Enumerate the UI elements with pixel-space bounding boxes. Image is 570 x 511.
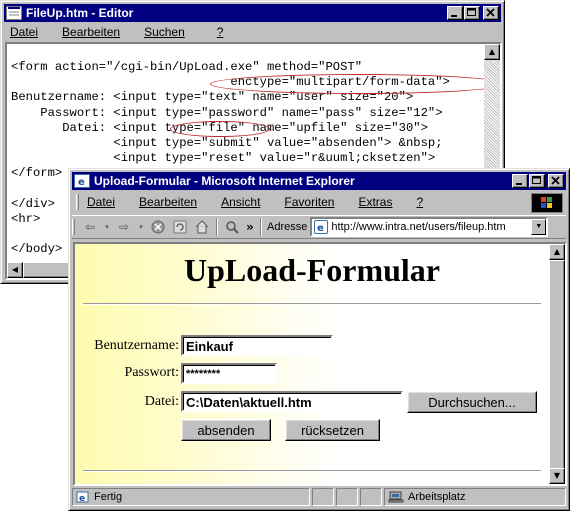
scroll-up-button[interactable]: ▲ [484,44,500,60]
menu-bearbeiten[interactable]: Bearbeiten [139,195,209,209]
address-url[interactable]: http://www.intra.net/users/fileup.htm [331,221,531,233]
ie-window: e Upload-Formular - Microsoft Internet E… [68,168,570,511]
back-dropdown-icon[interactable]: ▾ [103,218,111,236]
scroll-up-button[interactable]: ▲ [549,244,565,260]
code-line: Passwort: <input type="password" name="p… [11,105,443,120]
status-text: Fertig [94,491,123,503]
menubar-grip[interactable] [76,194,79,210]
zone-panel: Arbeitsplatz [384,488,566,506]
submit-button[interactable]: absenden [181,419,271,441]
code-line: </body> [11,242,63,257]
code-line: </form> [11,166,63,181]
refresh-icon[interactable] [171,218,189,236]
toolbar-separator [260,218,262,236]
search-icon[interactable] [223,218,241,236]
status-panel-empty [360,488,382,506]
maximize-button[interactable] [464,6,480,20]
close-button[interactable] [548,174,564,188]
ie-toolbar: ⇦ ▾ ⇨ ▾ » Adresse e http://www.intra.net… [72,215,566,239]
minimize-button[interactable] [447,6,463,20]
file-path-input[interactable]: C:\Daten\aktuell.htm [181,391,403,412]
toolbar-separator [216,218,218,236]
ie-statusbar: e Fertig Arbeitsplatz [72,487,566,507]
menu-favoriten[interactable]: Favoriten [284,195,346,209]
status-panel-empty [312,488,334,506]
menu-ansicht[interactable]: Ansicht [221,195,272,209]
browse-button[interactable]: Durchsuchen... [407,391,537,413]
editor-menubar: Datei Bearbeiten Suchen ? [4,23,501,41]
ie-titlebar[interactable]: e Upload-Formular - Microsoft Internet E… [72,172,566,190]
reset-button[interactable]: rücksetzen [285,419,380,441]
status-panel: e Fertig [72,488,310,506]
editor-title: FileUp.htm - Editor [26,6,134,20]
page-title: UpLoad-Formular [184,252,440,288]
page-icon: e [314,220,329,234]
svg-text:e: e [78,177,85,187]
stop-icon[interactable] [149,218,167,236]
scroll-thumb[interactable] [549,260,565,470]
ie-content-area: UpLoad-Formular Benutzername: Einkauf Pa… [73,242,567,486]
close-button[interactable] [483,6,499,20]
menu-extras[interactable]: Extras [358,195,404,209]
computer-icon [388,491,404,503]
file-type-highlight [170,121,270,137]
horizontal-rule [83,470,541,472]
home-icon[interactable] [193,218,211,236]
status-panel-empty [336,488,358,506]
notepad-icon [6,6,22,20]
svg-text:e: e [79,494,85,503]
menu-help[interactable]: ? [217,25,236,39]
username-label: Benutzername: [94,338,179,353]
password-label: Passwort: [124,365,179,380]
minimize-button[interactable] [512,174,528,188]
code-line: <input type="submit" value="absenden"> &… [11,136,443,151]
menu-datei[interactable]: Datei [87,195,127,209]
forward-arrow-icon[interactable]: ⇨ [115,218,133,236]
code-line: <hr> [11,212,41,227]
windows-logo-icon [531,193,563,213]
address-bar[interactable]: e http://www.intra.net/users/fileup.htm … [310,217,549,237]
address-dropdown-icon[interactable]: ▼ [531,219,547,235]
page-done-icon: e [76,491,89,503]
code-line: <form action="/cgi-bin/UpLoad.exe" metho… [11,60,363,74]
zone-text: Arbeitsplatz [408,491,466,503]
forward-dropdown-icon[interactable]: ▾ [137,218,145,236]
back-arrow-icon[interactable]: ⇦ [81,218,99,236]
username-input[interactable]: Einkauf [181,335,333,356]
menu-datei[interactable]: Datei [10,25,50,39]
horizontal-rule [83,303,541,305]
address-label: Adresse [267,221,308,233]
web-page: UpLoad-Formular Benutzername: Einkauf Pa… [75,244,549,484]
menu-bearbeiten[interactable]: Bearbeiten [62,25,132,39]
scroll-left-button[interactable]: ◀ [7,262,23,278]
scroll-down-button[interactable]: ▼ [549,468,565,484]
enctype-highlight [210,74,500,94]
svg-text:e: e [317,223,324,233]
file-label: Datei: [144,394,179,409]
maximize-button[interactable] [529,174,545,188]
ie-title: Upload-Formular - Microsoft Internet Exp… [94,174,355,188]
menu-help[interactable]: ? [416,195,435,209]
password-input[interactable]: ******** [181,363,277,384]
ie-menubar: Datei Bearbeiten Ansicht Favoriten Extra… [72,193,566,211]
code-line: </div> [11,196,55,211]
ie-vertical-scrollbar[interactable]: ▲ ▼ [549,244,565,484]
toolbar-grip[interactable] [72,219,75,235]
editor-titlebar[interactable]: FileUp.htm - Editor [4,4,501,22]
more-tools-icon[interactable]: » [245,218,255,236]
menu-suchen[interactable]: Suchen [144,25,197,39]
code-line: <input type="reset" value="r&uuml;cksetz… [11,151,436,166]
ie-page-icon: e [74,174,90,188]
